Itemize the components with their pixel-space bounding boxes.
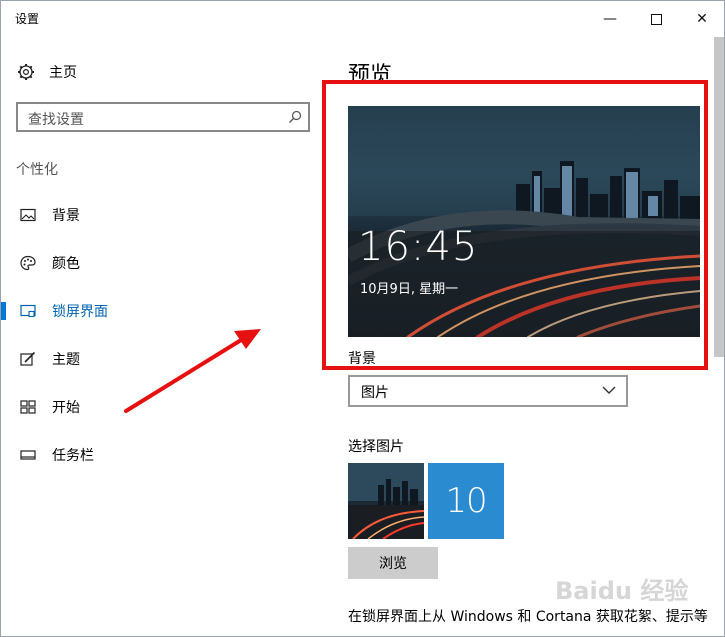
settings-window: 设置 — ✕ 主页 查找设置 个性化 背景 颜色 锁屏界面 主题 开始 任务栏 … bbox=[0, 0, 725, 637]
palette-icon bbox=[20, 255, 36, 271]
sidebar-item-colors[interactable]: 颜色 bbox=[1, 245, 326, 281]
maximize-icon bbox=[650, 13, 662, 25]
gear-icon bbox=[18, 64, 34, 80]
baidu-watermark: Baidu 经验 bbox=[555, 577, 689, 605]
sidebar-item-background[interactable]: 背景 bbox=[1, 197, 326, 233]
theme-icon bbox=[20, 351, 36, 366]
scrollbar-thumb[interactable] bbox=[714, 37, 724, 357]
picture-thumbnail-city[interactable] bbox=[348, 463, 424, 539]
background-dropdown[interactable]: 图片 bbox=[348, 375, 628, 407]
sidebar-item-label: 开始 bbox=[52, 400, 80, 416]
home-link[interactable]: 主页 bbox=[17, 61, 77, 83]
search-placeholder: 查找设置 bbox=[28, 112, 84, 128]
city-thumbnail-image bbox=[348, 463, 424, 539]
lock-screen-icon bbox=[20, 304, 36, 318]
sidebar-item-label: 锁屏界面 bbox=[52, 304, 108, 320]
annotation-highlight-box bbox=[322, 80, 708, 370]
background-dropdown-value: 图片 bbox=[361, 385, 389, 401]
window-title: 设置 bbox=[15, 12, 40, 26]
chevron-down-icon bbox=[602, 386, 616, 394]
maximize-button[interactable] bbox=[633, 1, 679, 37]
search-icon[interactable] bbox=[288, 110, 302, 124]
sidebar-item-label: 颜色 bbox=[52, 256, 80, 272]
windows-10-text: 10 bbox=[445, 481, 487, 521]
taskbar-icon bbox=[20, 450, 36, 460]
home-label: 主页 bbox=[49, 65, 77, 81]
scrollbar[interactable] bbox=[714, 37, 724, 636]
image-icon bbox=[20, 208, 36, 222]
active-indicator bbox=[1, 302, 6, 320]
browse-button[interactable]: 浏览 bbox=[348, 547, 438, 579]
sidebar-item-label: 背景 bbox=[52, 208, 80, 224]
picture-thumbnail-windows[interactable]: 10 bbox=[428, 463, 504, 539]
section-label-personalization: 个性化 bbox=[16, 162, 58, 178]
search-input[interactable]: 查找设置 bbox=[16, 102, 310, 132]
choose-picture-label: 选择图片 bbox=[348, 439, 404, 455]
annotation-arrow bbox=[124, 329, 261, 413]
sidebar-item-taskbar[interactable]: 任务栏 bbox=[1, 437, 326, 473]
cortana-tips-text: 在锁屏界面上从 Windows 和 Cortana 获取花絮、提示等 bbox=[348, 609, 708, 625]
start-icon bbox=[20, 400, 36, 414]
title-bar: 设置 — ✕ bbox=[1, 1, 724, 37]
minimize-button[interactable]: — bbox=[587, 1, 633, 37]
sidebar-item-label: 主题 bbox=[52, 352, 80, 368]
sidebar-item-label: 任务栏 bbox=[52, 448, 94, 464]
close-button[interactable]: ✕ bbox=[679, 1, 724, 37]
